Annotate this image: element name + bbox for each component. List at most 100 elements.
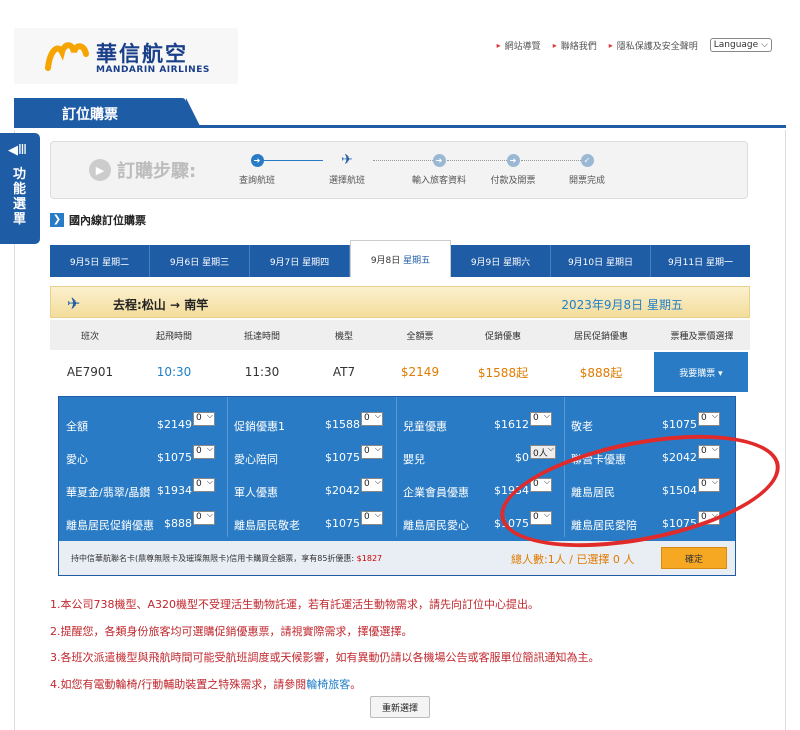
fare-option: 企業會員優惠 $1934 0	[396, 473, 564, 499]
quantity-select[interactable]: 0	[361, 510, 383, 525]
route-date: 2023年9月8日 星期五	[561, 298, 683, 312]
fare-option: 促銷優惠1 $1588 0	[227, 407, 395, 433]
language-select[interactable]: Language ⌵	[709, 38, 772, 52]
quantity-select[interactable]: 0	[530, 477, 552, 492]
flight-row: AE7901 10:30 11:30 AT7 $2149 $1588起 $888…	[50, 352, 750, 392]
step-search: ➜ 查詢航班	[238, 154, 275, 186]
arrow-right-icon: ➜	[250, 154, 264, 167]
fare-price: $1075	[662, 517, 697, 530]
fare-label: 軍人優惠	[234, 486, 278, 499]
confirm-button[interactable]: 確定	[661, 547, 727, 569]
table-header: 班次 起飛時間 抵達時間 機型 全額票 促銷優惠 居民促銷優惠 票種及票價選擇	[50, 320, 750, 350]
fare-price: $1075	[662, 418, 697, 431]
function-menu-tab[interactable]: ◀Ⅲ 功能選單	[0, 133, 40, 244]
buy-ticket-button[interactable]: 我要購票 ▾	[654, 352, 748, 392]
fare-option: 愛心陪同 $1075 0	[227, 440, 395, 466]
date-tab[interactable]: 9月9日 星期六	[451, 245, 551, 277]
column-header: 促銷優惠	[484, 331, 521, 342]
fare-label: 敬老	[571, 420, 593, 433]
fare-label: 全額	[66, 420, 88, 433]
quantity-select[interactable]: 0	[530, 510, 552, 525]
fare-price: $1612	[494, 418, 529, 431]
fare-price: $2042	[662, 451, 697, 464]
passenger-count: 總人數:1人 / 已選擇 0 人	[511, 553, 635, 566]
fare-price: $1588	[325, 418, 360, 431]
column-header: 票種及票價選擇	[670, 331, 734, 342]
page-band: 訂位購票	[14, 98, 786, 128]
card-note: 持中信華航聯名卡(鼎尊無限卡及璀璨無限卡)信用卡購買全額票，享有85折優惠: $…	[71, 554, 383, 563]
quantity-select[interactable]: 0	[193, 444, 215, 459]
date-tab-selected[interactable]: 9月8日 星期五	[350, 240, 451, 277]
fare-option: 離島居民 $1504 0	[564, 473, 732, 499]
privacy-link[interactable]: ▸ 隱私保護及安全聲明	[609, 39, 698, 52]
quantity-select[interactable]: 0	[698, 411, 720, 426]
full-fare: $2149	[400, 365, 440, 379]
route-bar: ✈ 去程:松山 → 南竿 2023年9月8日 星期五	[50, 286, 750, 318]
sitemap-link[interactable]: ▸ 網站導覽	[497, 39, 541, 52]
fare-label: 愛心	[66, 453, 88, 466]
fare-option: 嬰兒 $0 0人	[396, 440, 564, 466]
check-icon: ✓	[580, 154, 594, 167]
airplane-icon: ✈	[67, 294, 81, 313]
fare-price: $1934	[494, 484, 529, 497]
logo-text-cn: 華信航空	[96, 42, 188, 66]
quantity-select[interactable]: 0	[698, 510, 720, 525]
aircraft-type: AT7	[332, 365, 356, 379]
route-text: 去程:松山 → 南竿	[113, 298, 209, 312]
note-item: 4.如您有電動輪椅/行動輔助裝置之特殊需求，請參閱輪椅旅客。	[50, 677, 362, 691]
date-tab[interactable]: 9月6日 星期三	[150, 245, 250, 277]
contact-link[interactable]: ▸ 聯絡我們	[553, 39, 597, 52]
fare-label: 離島居民敬老	[234, 519, 300, 532]
panel-footer: 持中信華航聯名卡(鼎尊無限卡及璀璨無限卡)信用卡購買全額票，享有85折優惠: $…	[59, 541, 735, 575]
fare-option: 華夏金/翡翠/晶鑽 $1934 0	[59, 473, 227, 499]
fare-price: $888	[164, 517, 192, 530]
date-tab[interactable]: 9月7日 星期四	[250, 245, 350, 277]
fare-label: 愛心陪同	[234, 453, 278, 466]
fare-option: 離島居民愛心 $1075 0	[396, 506, 564, 532]
quantity-select[interactable]: 0	[361, 411, 383, 426]
logo-text-en: MANDARIN AIRLINES	[96, 65, 210, 75]
quantity-select[interactable]: 0	[193, 411, 215, 426]
arrow-icon: ▸	[496, 40, 501, 50]
fare-label: 聯營卡優惠	[571, 453, 626, 466]
quantity-select[interactable]: 0	[698, 477, 720, 492]
fare-option: 離島居民促銷優惠 $888 0	[59, 506, 227, 532]
date-tab[interactable]: 9月10日 星期日	[551, 245, 651, 277]
arrow-right-icon: ➜	[432, 154, 446, 167]
fare-option: 兒童優惠 $1612 0	[396, 407, 564, 433]
date-tab[interactable]: 9月5日 星期二	[50, 245, 150, 277]
quantity-select[interactable]: 0	[698, 444, 720, 459]
airplane-icon: ✈	[341, 152, 353, 168]
fare-label: 促銷優惠1	[234, 420, 285, 433]
quantity-select[interactable]: 0	[193, 510, 215, 525]
fare-price: $0	[515, 451, 529, 464]
fare-price: $1075	[494, 517, 529, 530]
wheelchair-link[interactable]: 輪椅旅客	[306, 678, 350, 691]
fare-option: 全額 $2149 0	[59, 407, 227, 433]
promo-fare: $1588起	[477, 365, 529, 380]
fare-option: 軍人優惠 $2042 0	[227, 473, 395, 499]
mandarin-airlines-logo[interactable]: 華信航空 MANDARIN AIRLINES	[14, 28, 238, 84]
quantity-select[interactable]: 0	[361, 477, 383, 492]
arrow-icon: ▸	[552, 40, 557, 50]
column-header: 機型	[334, 331, 353, 342]
fare-price: $1075	[325, 517, 360, 530]
arrival-time: 11:30	[244, 365, 280, 379]
note-item: 3.各班次派遣機型與飛航時間可能受航班調度或天候影響，如有異動仍請以各機場公告或…	[50, 651, 600, 664]
reset-button[interactable]: 重新選擇	[370, 696, 430, 718]
fare-option: 愛心 $1075 0	[59, 440, 227, 466]
date-tab[interactable]: 9月11日 星期一	[651, 245, 750, 277]
quantity-select[interactable]: 0	[361, 444, 383, 459]
fare-option: 離島居民愛陪 $1075 0	[564, 506, 732, 532]
step-complete: ✓ 開票完成	[568, 154, 605, 186]
chevron-down-icon: ⌵	[761, 40, 768, 50]
section-heading: ❯ 國內線訂位購票	[50, 212, 146, 228]
fare-price: $2149	[157, 418, 192, 431]
fare-price: $1075	[325, 451, 360, 464]
quantity-select[interactable]: 0	[530, 411, 552, 426]
quantity-select[interactable]: 0	[193, 477, 215, 492]
resident-fare: $888起	[579, 365, 623, 380]
fare-price: $1934	[157, 484, 192, 497]
quantity-select[interactable]: 0人	[530, 444, 556, 459]
fare-label: 嬰兒	[403, 453, 425, 466]
